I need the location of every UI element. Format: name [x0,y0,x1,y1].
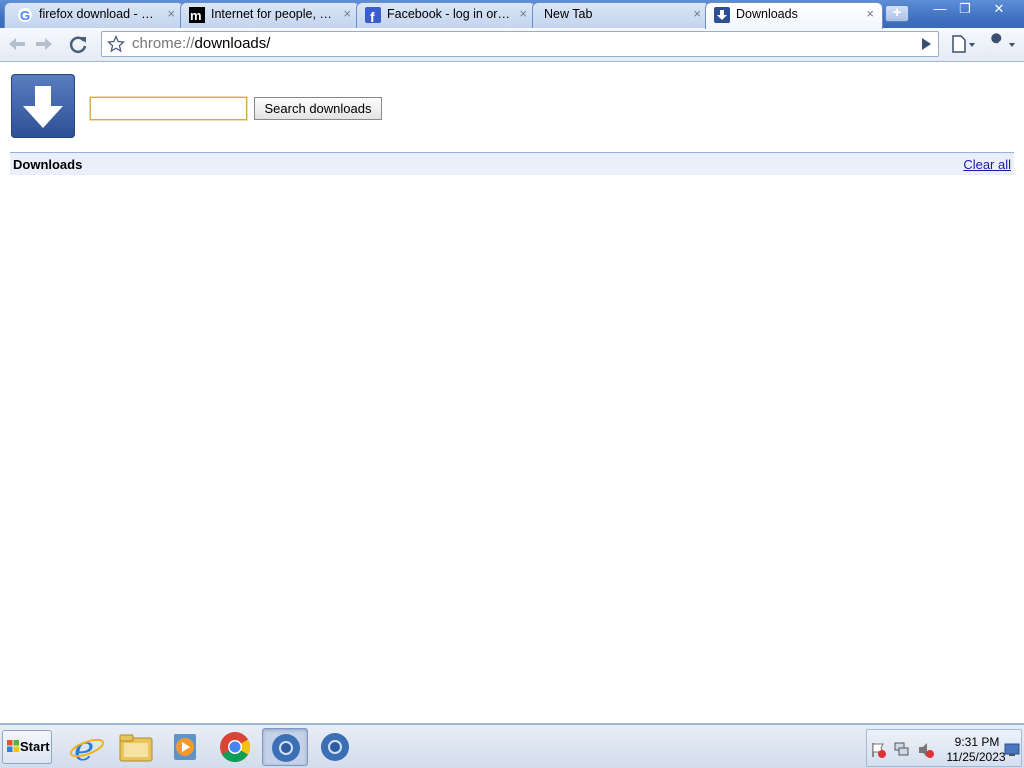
tab-facebook[interactable]: f Facebook - log in or s... × [356,2,536,28]
svg-text:G: G [20,8,30,23]
clock-time[interactable]: 9:31 PM [949,735,1005,749]
back-arrow-icon[interactable] [5,33,29,55]
taskbar: Start e 9:31 PM 11/25/2023 [0,723,1024,768]
tab-google[interactable]: G firefox download - Go... × [4,2,184,28]
clear-all-link[interactable]: Clear all [963,157,1011,172]
reload-icon[interactable] [67,33,91,55]
tab-close-icon[interactable]: × [343,3,351,25]
windows-logo-icon [7,740,19,752]
tab-title: New Tab [544,7,593,21]
tab-title: Downloads [736,7,798,21]
svg-text:f: f [370,9,375,23]
svg-text:m: m [190,8,202,23]
page-menu-icon[interactable] [948,33,978,55]
downloads-page: Search downloads Downloads Clear all [0,63,1024,723]
close-window-button[interactable]: ✕ [984,0,1014,18]
restore-button[interactable]: ❐ [950,0,980,18]
url-path: downloads/ [194,35,271,52]
mozilla-icon: m [189,7,205,23]
tab-close-icon[interactable]: × [519,3,527,25]
taskbar-chromium[interactable] [312,728,358,766]
wrench-icon[interactable] [985,33,1019,55]
download-icon [714,7,730,23]
down-arrow-icon [23,86,63,128]
search-downloads-button[interactable]: Search downloads [254,97,382,120]
chromium-icon [321,733,349,761]
tab-close-icon[interactable]: × [167,3,175,25]
tab-downloads[interactable]: Downloads × [705,2,883,29]
network-icon[interactable] [893,741,911,759]
browser-toolbar: chrome://downloads/ [0,28,1024,62]
volume-muted-icon[interactable] [917,741,935,759]
taskbar-chromium-active[interactable] [262,728,308,766]
media-player-icon [174,734,196,760]
taskbar-windows-media-player[interactable] [162,728,208,766]
google-icon: G [18,8,32,23]
star-icon[interactable] [107,35,125,53]
title-bar: G firefox download - Go... × m Internet … [0,0,1024,29]
folder-icon [119,734,153,762]
new-tab-button[interactable]: + [885,5,909,22]
tab-close-icon[interactable]: × [866,3,874,25]
search-input[interactable] [89,96,248,121]
tab-close-icon[interactable]: × [693,3,701,25]
chrome-icon [220,732,251,763]
facebook-icon: f [365,7,381,23]
chromium-icon [272,734,300,762]
address-bar[interactable]: chrome://downloads/ [101,31,939,57]
system-tray: 9:31 PM 11/25/2023 [866,729,1022,767]
show-desktop-icon[interactable] [1004,743,1020,757]
url-field[interactable]: chrome://downloads/ [132,32,902,56]
tab-title: Facebook - log in or s... [387,7,511,21]
forward-arrow-icon[interactable] [32,33,56,55]
clock-date[interactable]: 11/25/2023 [941,750,1011,764]
downloads-header: Downloads Clear all [10,152,1014,175]
action-center-flag-icon[interactable] [870,741,888,759]
taskbar-file-explorer[interactable] [113,728,159,766]
start-label: Start [20,739,50,754]
tab-title: Internet for people, n... [211,7,335,21]
start-button[interactable]: Start [2,730,52,764]
taskbar-internet-explorer[interactable]: e [64,728,110,768]
page-title: Downloads [13,157,83,172]
tab-new-tab[interactable]: New Tab × [532,2,710,28]
tab-title: firefox download - Go... [39,7,159,21]
svg-text:e: e [74,729,94,766]
go-icon[interactable] [914,33,938,55]
url-scheme: chrome:// [132,35,195,52]
internet-explorer-icon: e [69,729,105,768]
taskbar-chrome[interactable] [212,728,258,766]
tab-mozilla[interactable]: m Internet for people, n... × [180,2,360,28]
downloads-logo [11,74,75,138]
